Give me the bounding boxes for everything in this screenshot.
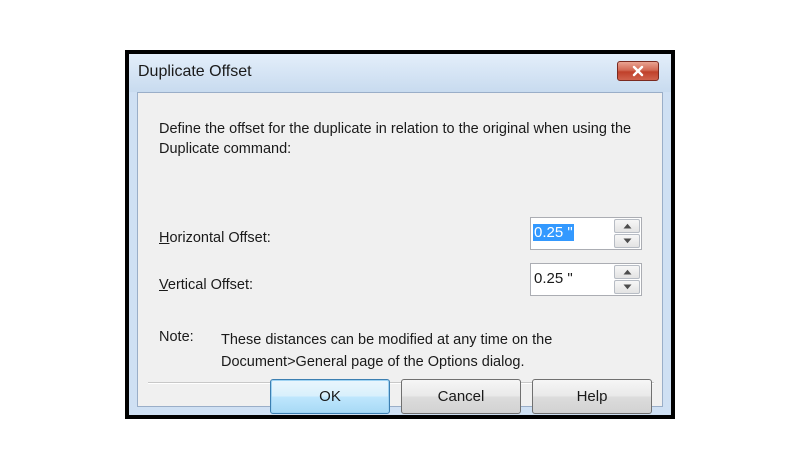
title-bar: Duplicate Offset	[129, 54, 671, 92]
screenshot-frame: Duplicate Offset Define the offset for t…	[125, 50, 675, 419]
dialog-body: Define the offset for the duplicate in r…	[137, 92, 663, 407]
horizontal-offset-spin-buttons	[614, 219, 640, 248]
arrow-up-icon	[623, 269, 632, 275]
note-label: Note:	[159, 329, 194, 345]
vertical-offset-decrement-button[interactable]	[614, 280, 640, 294]
arrow-down-icon	[623, 238, 632, 244]
vertical-offset-label: Vertical Offset:	[159, 277, 253, 293]
help-button[interactable]: Help	[532, 379, 652, 414]
vertical-offset-increment-button[interactable]	[614, 265, 640, 279]
arrow-down-icon	[623, 284, 632, 290]
note-text: These distances can be modified at any t…	[221, 332, 553, 370]
dialog-title: Duplicate Offset	[138, 63, 252, 80]
horizontal-offset-increment-button[interactable]	[614, 219, 640, 233]
close-button[interactable]	[617, 61, 659, 81]
horizontal-offset-label: Horizontal Offset:	[159, 230, 271, 246]
vertical-offset-spinner[interactable]: 0.25 "	[530, 263, 642, 296]
horizontal-offset-spinner[interactable]: 0.25 "	[530, 217, 642, 250]
horizontal-offset-input[interactable]: 0.25 "	[533, 224, 574, 241]
close-icon	[632, 65, 644, 77]
vertical-offset-input[interactable]: 0.25 "	[533, 270, 574, 287]
ok-button[interactable]: OK	[270, 379, 390, 414]
duplicate-offset-dialog: Duplicate Offset Define the offset for t…	[129, 54, 671, 415]
cancel-button[interactable]: Cancel	[401, 379, 521, 414]
description-text: Define the offset for the duplicate in r…	[159, 121, 632, 157]
arrow-up-icon	[623, 223, 632, 229]
vertical-offset-spin-buttons	[614, 265, 640, 294]
vertical-offset-label-text: ertical Offset:	[167, 277, 254, 293]
vertical-offset-mnemonic: V	[159, 277, 168, 293]
horizontal-offset-label-text: orizontal Offset:	[169, 230, 271, 246]
horizontal-offset-mnemonic: H	[159, 230, 170, 246]
horizontal-offset-decrement-button[interactable]	[614, 234, 640, 248]
